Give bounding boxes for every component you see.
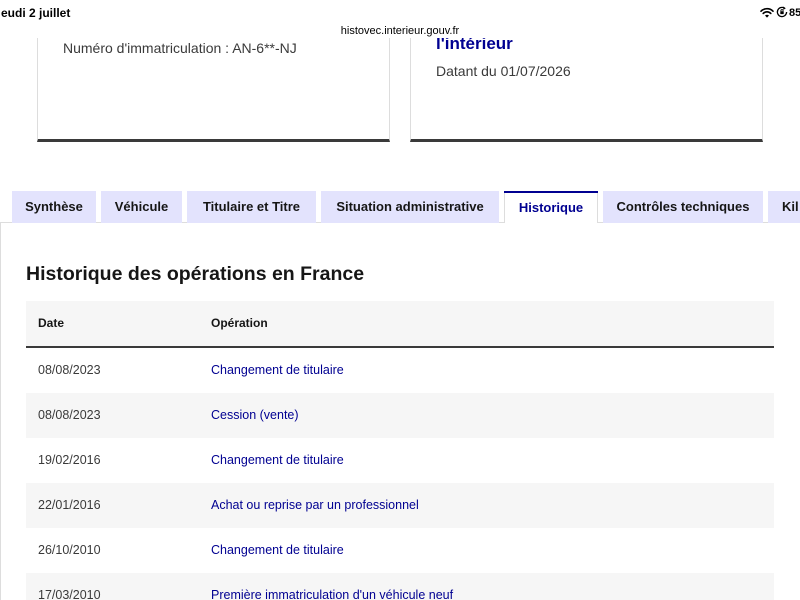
table-row: 08/08/2023 Changement de titulaire [26, 348, 774, 393]
table-row: 19/02/2016 Changement de titulaire [26, 438, 774, 483]
plate-label: Numéro d'immatriculation : [63, 40, 230, 56]
tab-synthese[interactable]: Synthèse [12, 191, 96, 223]
header-date: Date [38, 316, 65, 330]
report-date: Datant du 01/07/2026 [436, 63, 571, 79]
row-operation[interactable]: Changement de titulaire [211, 348, 774, 393]
table-row: 26/10/2010 Changement de titulaire [26, 528, 774, 573]
row-date: 19/02/2016 [38, 453, 101, 467]
table-row: 22/01/2016 Achat ou reprise par un profe… [26, 483, 774, 528]
tab-kil[interactable]: Kil [768, 191, 800, 223]
row-date: 26/10/2010 [38, 543, 101, 557]
tab-situation-administrative[interactable]: Situation administrative [321, 191, 499, 223]
address-bar-url[interactable]: histovec.interieur.gouv.fr [300, 24, 500, 38]
wifi-icon [760, 7, 774, 18]
orientation-lock-icon [776, 6, 788, 18]
row-date: 22/01/2016 [38, 498, 101, 512]
plate-value: AN-6**-NJ [232, 40, 297, 56]
row-operation[interactable]: Changement de titulaire [211, 438, 774, 483]
tab-controles-techniques[interactable]: Contrôles techniques [603, 191, 763, 223]
table-body: 08/08/2023 Changement de titulaire 08/08… [26, 348, 774, 600]
row-operation[interactable]: Cession (vente) [211, 393, 774, 438]
tab-bar: Synthèse Véhicule Titulaire et Titre Sit… [12, 191, 800, 223]
status-bar: eudi 2 juillet histovec.interieur.gouv.f… [0, 0, 800, 38]
row-date: 17/03/2010 [38, 588, 101, 600]
table-header: Date Opération [26, 301, 774, 348]
battery-percent: 85 [789, 7, 800, 19]
table-row: 17/03/2010 Première immatriculation d'un… [26, 573, 774, 600]
tab-historique[interactable]: Historique [504, 191, 598, 223]
row-operation[interactable]: Achat ou reprise par un professionnel [211, 483, 774, 528]
row-date: 08/08/2023 [38, 408, 101, 422]
history-table: Date Opération 08/08/2023 Changement de … [26, 301, 774, 600]
tab-titulaire-et-titre[interactable]: Titulaire et Titre [187, 191, 316, 223]
tab-panel-historique: Historique des opérations en France Date… [0, 223, 800, 600]
plate-number-line: Numéro d'immatriculation : AN-6**-NJ [63, 38, 297, 58]
header-operation: Opération [211, 316, 268, 330]
history-title: Historique des opérations en France [26, 263, 365, 285]
row-operation[interactable]: Première immatriculation d'un véhicule n… [211, 573, 774, 600]
row-operation[interactable]: Changement de titulaire [211, 528, 774, 573]
tab-vehicule[interactable]: Véhicule [101, 191, 182, 223]
status-date: eudi 2 juillet [1, 6, 71, 20]
row-date: 08/08/2023 [38, 363, 101, 377]
table-row: 08/08/2023 Cession (vente) [26, 393, 774, 438]
